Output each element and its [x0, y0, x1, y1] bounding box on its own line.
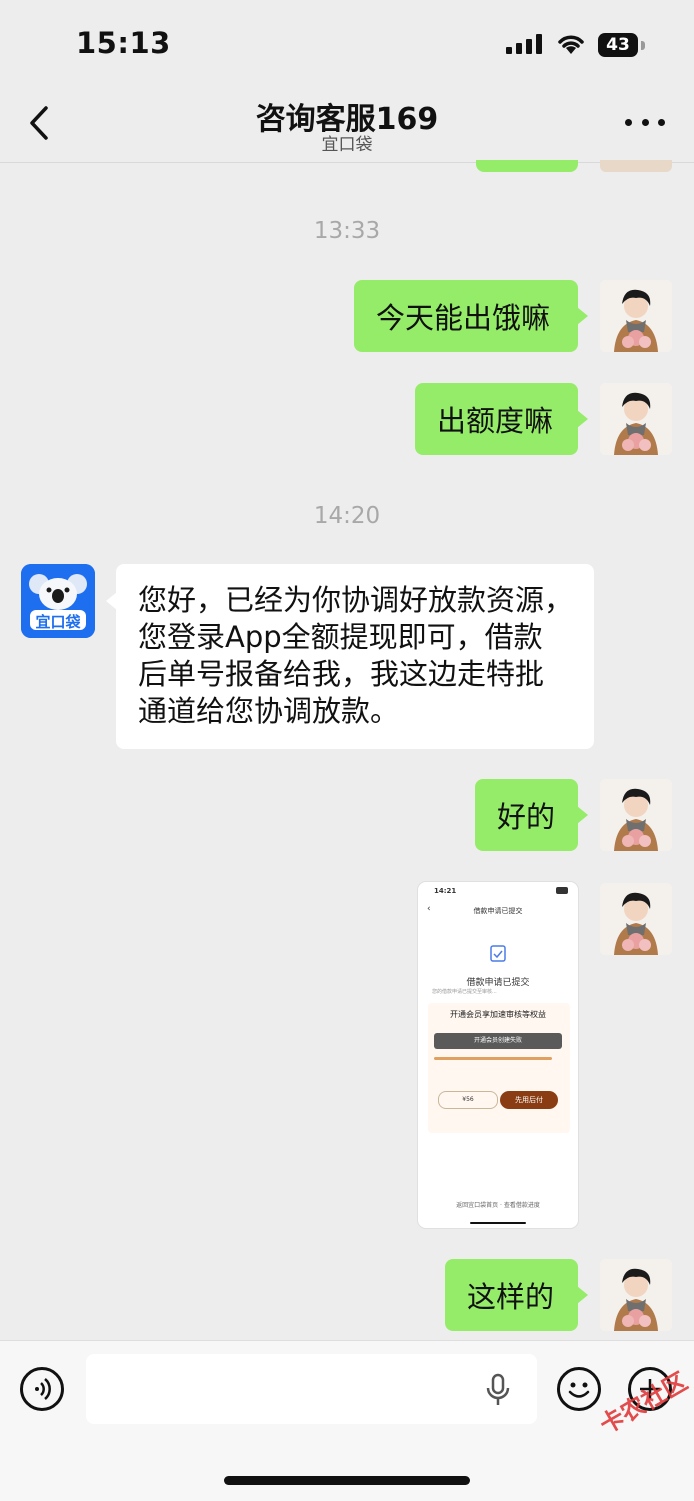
brand-logo-label: 宜口袋: [35, 613, 81, 631]
emoji-button[interactable]: [557, 1367, 601, 1411]
member-card: [428, 1003, 570, 1133]
outgoing-message-bubble[interactable]: 今天能出饿嘛: [354, 280, 588, 352]
screenshot-home-indicator: [470, 1222, 526, 1224]
smiley-icon: [568, 1382, 590, 1398]
microphone-icon[interactable]: [484, 1372, 512, 1408]
message-text: 好的: [497, 800, 556, 834]
person-with-flowers-icon: [600, 383, 672, 455]
user-avatar[interactable]: [600, 779, 672, 851]
timestamp: 14:20: [313, 503, 381, 529]
user-avatar[interactable]: [600, 383, 672, 455]
user-avatar[interactable]: [600, 883, 672, 955]
message-text: 这样的: [467, 1280, 555, 1314]
more-options-icon[interactable]: [625, 108, 665, 136]
screenshot-toast: 开通会员创建失败: [434, 1033, 562, 1049]
outgoing-message-bubble[interactable]: 好的: [475, 779, 588, 851]
timestamp: 13:33: [313, 218, 381, 244]
screenshot-price-pill: ¥56: [438, 1091, 498, 1109]
chat-subtitle: 宜口袋: [321, 135, 373, 155]
home-indicator: [224, 1476, 470, 1485]
cellular-signal-icon: [506, 34, 542, 54]
member-card-title: 开通会员享加速审核等权益: [450, 1010, 546, 1019]
user-avatar[interactable]: [600, 160, 672, 172]
message-text: 出额度嘛: [437, 404, 554, 438]
message-line: 您登录App全额提现即可，借款: [138, 620, 543, 654]
screenshot-pay-button: 先用后付: [500, 1091, 558, 1109]
battery-tip: [641, 41, 645, 50]
person-with-flowers-icon: [600, 779, 672, 851]
message-input[interactable]: [86, 1354, 537, 1424]
person-with-flowers-icon: [600, 883, 672, 955]
message-line: 您好，已经为你协调好放款资源，: [138, 583, 574, 617]
message-text: 今天能出饿嘛: [376, 301, 551, 335]
status-time: 15:13: [76, 26, 171, 60]
message-line: 后单号报备给我，我这边走特批: [138, 657, 545, 691]
voice-mode-button[interactable]: [20, 1367, 64, 1411]
previous-message-bubble[interactable]: [476, 160, 578, 172]
battery-icon: 43: [598, 33, 638, 57]
screenshot-battery-icon: [556, 887, 568, 894]
user-avatar[interactable]: [600, 280, 672, 352]
service-avatar[interactable]: 宜口袋: [21, 564, 95, 638]
outgoing-message-bubble[interactable]: 这样的: [445, 1259, 588, 1331]
screenshot-progress: [434, 1057, 552, 1060]
wifi-icon: [558, 35, 584, 54]
person-with-flowers-icon: [600, 280, 672, 352]
voice-waves-icon: [35, 1378, 51, 1400]
outgoing-message-bubble[interactable]: 出额度嘛: [415, 383, 588, 455]
screenshot-heading: 借款申请已提交: [466, 978, 530, 988]
clipboard-check-icon: [490, 945, 506, 962]
screenshot-time: 14:21: [434, 887, 457, 895]
image-message[interactable]: 14:21 ‹ 借款申请已提交 借款申请已提交 您的借款申请已提交至审核... …: [418, 882, 578, 1228]
screenshot-title: 借款申请已提交: [473, 907, 523, 915]
person-with-flowers-icon: [600, 1259, 672, 1331]
incoming-message-bubble[interactable]: 您好，已经为你协调好放款资源， 您登录App全额提现即可，借款 后单号报备给我，…: [106, 564, 594, 749]
screenshot-footer: 返回宜口袋首页 · 查看借款进度: [456, 1202, 540, 1209]
user-avatar[interactable]: [600, 1259, 672, 1331]
message-line: 通道给您协调放款。: [138, 694, 400, 728]
